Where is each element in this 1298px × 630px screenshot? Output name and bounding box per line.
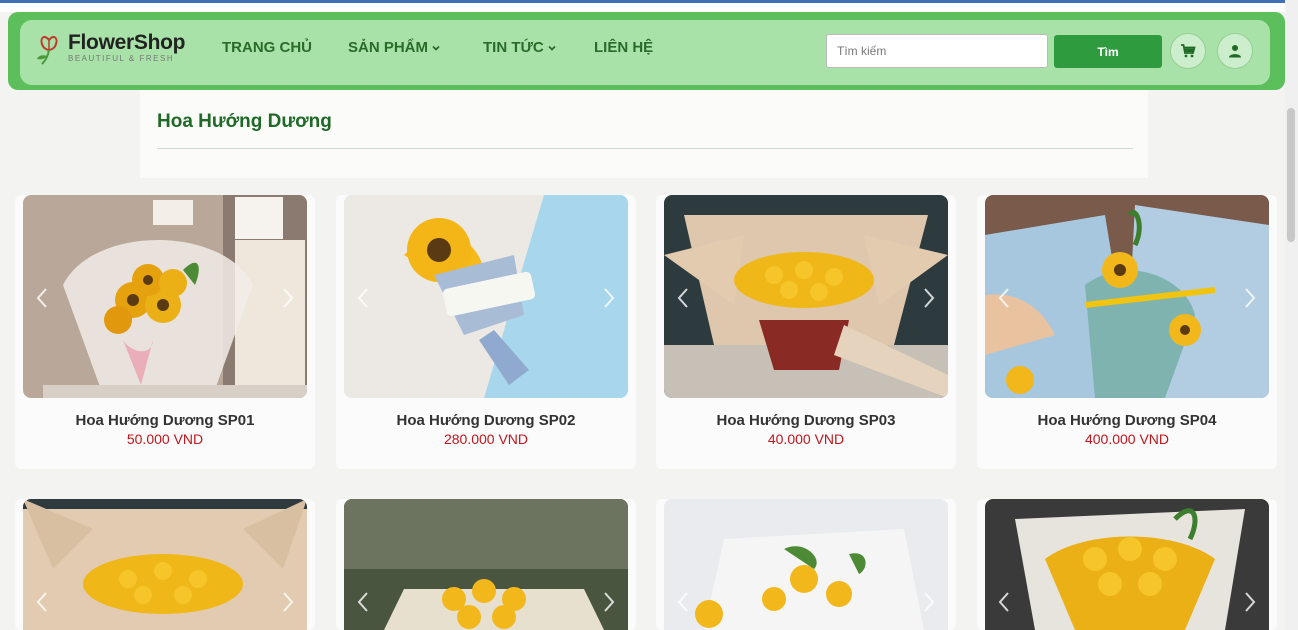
page-title: Hoa Hướng Dương (157, 111, 332, 132)
product-price: 280.000 VND (443, 431, 529, 447)
brand-tagline: BEAUTIFUL & FRESH (68, 54, 175, 63)
chevron-right-icon[interactable] (1243, 591, 1257, 613)
chevron-right-icon[interactable] (922, 591, 936, 613)
product-image[interactable] (344, 195, 628, 398)
search-input[interactable] (826, 34, 1048, 68)
chevron-right-icon[interactable] (602, 287, 616, 309)
brand-name: FlowerShop (68, 31, 186, 54)
flower-logo-icon (37, 36, 58, 65)
product-card[interactable]: Hoa Hướng Dương SP02 280.000 VND (336, 195, 636, 469)
scrollbar[interactable] (1285, 0, 1298, 630)
product-image[interactable] (23, 499, 307, 630)
chevron-left-icon[interactable] (356, 287, 370, 309)
chevron-left-icon[interactable] (997, 591, 1011, 613)
chevron-left-icon[interactable] (35, 591, 49, 613)
product-card[interactable]: Hoa Hướng Dương SP03 40.000 VND (656, 195, 956, 469)
product-price: 50.000 VND (126, 431, 204, 447)
chevron-left-icon[interactable] (356, 591, 370, 613)
product-card[interactable] (977, 499, 1277, 630)
nav-news[interactable]: TIN TỨC (483, 39, 556, 56)
chevron-left-icon[interactable] (997, 287, 1011, 309)
product-image[interactable] (664, 499, 948, 630)
product-name[interactable]: Hoa Hướng Dương SP02 (336, 412, 636, 429)
nav-contact-label: LIÊN HỆ (594, 39, 654, 56)
product-price: 400.000 VND (1084, 431, 1170, 447)
product-image[interactable] (664, 195, 948, 398)
chevron-left-icon[interactable] (676, 287, 690, 309)
divider (157, 148, 1133, 149)
product-card[interactable]: Hoa Hướng Dương SP04 400.000 VND (977, 195, 1277, 469)
product-name[interactable]: Hoa Hướng Dương SP01 (15, 412, 315, 429)
chevron-left-icon[interactable] (35, 287, 49, 309)
nav-contact[interactable]: LIÊN HỆ (594, 39, 653, 56)
search-button[interactable]: Tìm (1054, 35, 1162, 68)
logo[interactable]: FlowerShop BEAUTIFUL & FRESH (34, 32, 185, 68)
chevron-down-icon (548, 45, 556, 51)
product-name[interactable]: Hoa Hướng Dương SP04 (977, 412, 1277, 429)
product-card[interactable] (656, 499, 956, 630)
nav-products[interactable]: SẢN PHẨM (348, 39, 440, 56)
chevron-left-icon[interactable] (676, 591, 690, 613)
product-image[interactable] (985, 499, 1269, 630)
product-price: 40.000 VND (767, 431, 845, 447)
chevron-right-icon[interactable] (1243, 287, 1257, 309)
user-icon (1229, 45, 1241, 58)
nav-news-label: TIN TỨC (483, 39, 544, 56)
product-image[interactable] (23, 195, 307, 398)
chevron-right-icon[interactable] (281, 287, 295, 309)
product-name[interactable]: Hoa Hướng Dương SP03 (656, 412, 956, 429)
product-image[interactable] (344, 499, 628, 630)
product-card[interactable] (336, 499, 636, 630)
browser-top-edge (0, 0, 1298, 12)
navbar: FlowerShop BEAUTIFUL & FRESH TRANG CHỦ S… (20, 20, 1270, 85)
product-card[interactable]: Hoa Hướng Dương SP01 50.000 VND (15, 195, 315, 469)
product-image[interactable] (985, 195, 1269, 398)
product-card[interactable] (15, 499, 315, 630)
nav-home-label: TRANG CHỦ (222, 39, 312, 56)
nav-home[interactable]: TRANG CHỦ (222, 39, 312, 56)
scrollbar-thumb[interactable] (1287, 108, 1295, 242)
chevron-right-icon[interactable] (602, 591, 616, 613)
cart-button[interactable] (1170, 33, 1206, 69)
chevron-down-icon (432, 45, 440, 51)
chevron-right-icon[interactable] (281, 591, 295, 613)
cart-icon (1181, 44, 1196, 58)
category-header: Hoa Hướng Dương (140, 90, 1148, 178)
nav-products-label: SẢN PHẨM (348, 39, 429, 56)
user-button[interactable] (1217, 33, 1253, 69)
chevron-right-icon[interactable] (922, 287, 936, 309)
